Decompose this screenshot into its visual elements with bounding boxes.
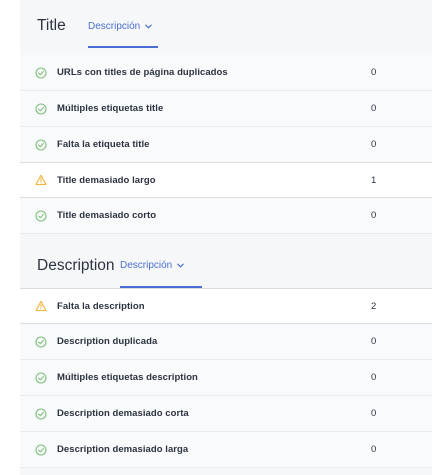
chevron-down-icon: [145, 24, 153, 29]
check-circle-icon: [35, 407, 47, 420]
check-circle-icon: [35, 138, 47, 151]
check-circle-icon: [35, 371, 47, 384]
issue-row[interactable]: Description demasiado larga 0: [20, 432, 432, 468]
check-circle-icon: [35, 443, 47, 456]
issue-label: Title demasiado corto: [57, 210, 157, 221]
issue-count: 0: [371, 103, 377, 114]
issue-label: Falta la etiqueta title: [57, 139, 150, 150]
issue-label: Title demasiado largo: [57, 174, 156, 186]
issue-row[interactable]: URLs con titles de página duplicados 0: [20, 55, 432, 91]
title-section-header: Title Descripción: [20, 0, 432, 48]
check-circle-icon: [35, 335, 47, 348]
check-circle-icon: [35, 102, 47, 115]
warning-triangle-icon: [35, 174, 47, 186]
chevron-down-icon: [177, 263, 185, 268]
issue-count: 2: [371, 300, 377, 312]
description-section-header: Description Descripción: [20, 240, 432, 288]
tab-underline: [88, 46, 158, 48]
issue-row[interactable]: Múltiples etiquetas description 0: [20, 360, 432, 396]
issue-row[interactable]: Description demasiado corta 0: [20, 396, 432, 432]
check-circle-icon: [35, 66, 47, 79]
issue-label: Description duplicada: [57, 336, 158, 347]
issue-row[interactable]: Title demasiado corto 0: [20, 198, 432, 234]
issue-label: Description demasiado larga: [57, 444, 189, 455]
issue-count: 0: [371, 67, 377, 78]
issue-count: 0: [371, 210, 377, 221]
issue-label: Description demasiado corta: [57, 408, 189, 419]
issue-row[interactable]: Falta la etiqueta title 0: [20, 127, 432, 163]
description-dropdown-tab[interactable]: Descripción: [88, 21, 153, 32]
issue-row[interactable]: Title demasiado largo 1: [20, 162, 432, 198]
issue-count: 1: [371, 174, 377, 186]
issue-row[interactable]: Falta la description 2: [20, 288, 432, 324]
issue-count: 0: [371, 408, 377, 419]
issue-count: 0: [371, 139, 377, 150]
issue-count: 0: [371, 444, 377, 455]
issue-label: Múltiples etiquetas title: [57, 103, 164, 114]
description-dropdown-tab[interactable]: Descripción: [120, 260, 185, 271]
issue-label: URLs con titles de página duplicados: [57, 67, 228, 78]
issue-label: Falta la description: [57, 300, 145, 312]
issue-count: 0: [371, 372, 377, 383]
issue-row[interactable]: Description duplicada 0: [20, 324, 432, 360]
section-title: Title: [37, 17, 66, 34]
section-title: Description: [37, 257, 115, 274]
warning-triangle-icon: [35, 300, 47, 312]
issue-label: Múltiples etiquetas description: [57, 372, 198, 383]
check-circle-icon: [35, 209, 47, 222]
issue-row[interactable]: Múltiples etiquetas title 0: [20, 91, 432, 127]
issue-count: 0: [371, 336, 377, 347]
tab-label: Descripción: [88, 21, 141, 32]
tab-label: Descripción: [120, 260, 173, 271]
